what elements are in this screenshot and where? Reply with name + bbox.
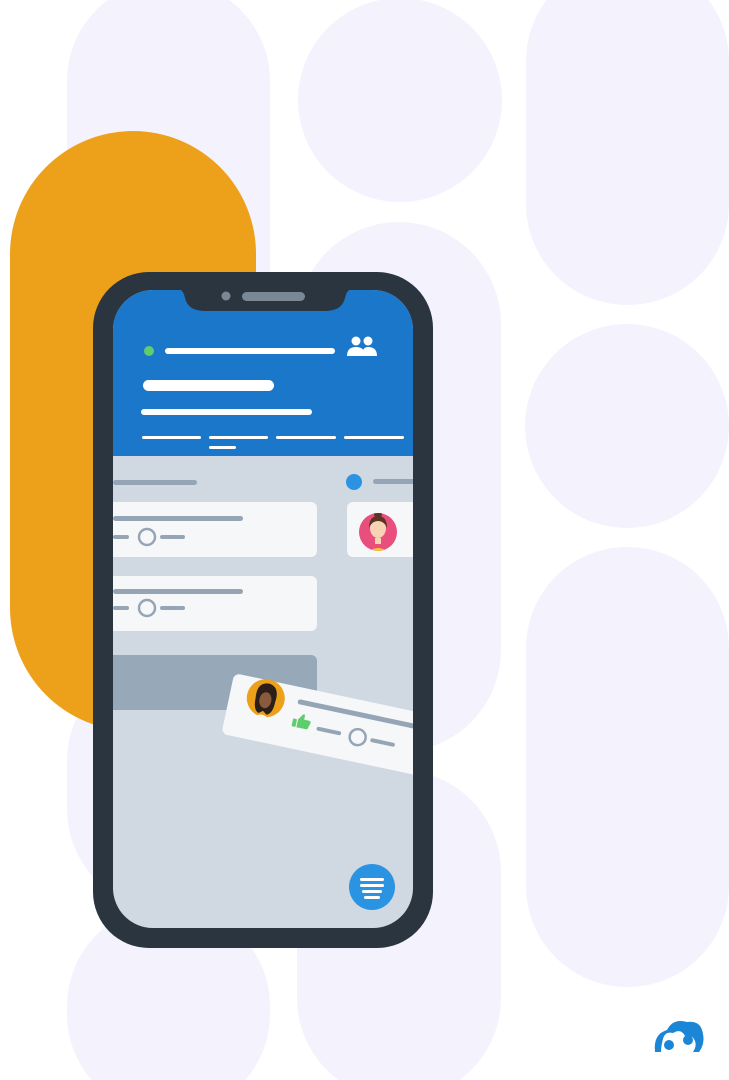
column-header-line <box>113 480 197 485</box>
bg-circle <box>525 324 729 528</box>
header-heading-line <box>143 380 274 391</box>
tab-active-indicator <box>209 446 236 449</box>
phone <box>93 272 433 948</box>
list-item[interactable] <box>100 502 317 557</box>
column-header-line <box>373 479 413 484</box>
tab-2[interactable] <box>209 436 268 439</box>
menu-fab-button[interactable] <box>349 864 395 910</box>
bg-pill <box>526 0 729 305</box>
online-status-dot <box>144 346 154 356</box>
cloud-people-logo <box>654 1021 704 1052</box>
front-camera <box>221 291 231 301</box>
phone-screen <box>100 290 413 928</box>
column-status-dot <box>346 474 362 490</box>
tab-4[interactable] <box>344 436 404 439</box>
speaker-grill <box>242 292 305 301</box>
list-item[interactable] <box>100 576 317 631</box>
header-title-line <box>165 348 335 354</box>
header-subtitle-line <box>141 409 312 415</box>
app-header <box>113 290 413 456</box>
tab-1[interactable] <box>142 436 201 439</box>
bg-circle <box>298 0 502 202</box>
tab-3[interactable] <box>276 436 336 439</box>
illustration <box>10 0 729 1080</box>
bg-pill <box>526 547 729 987</box>
